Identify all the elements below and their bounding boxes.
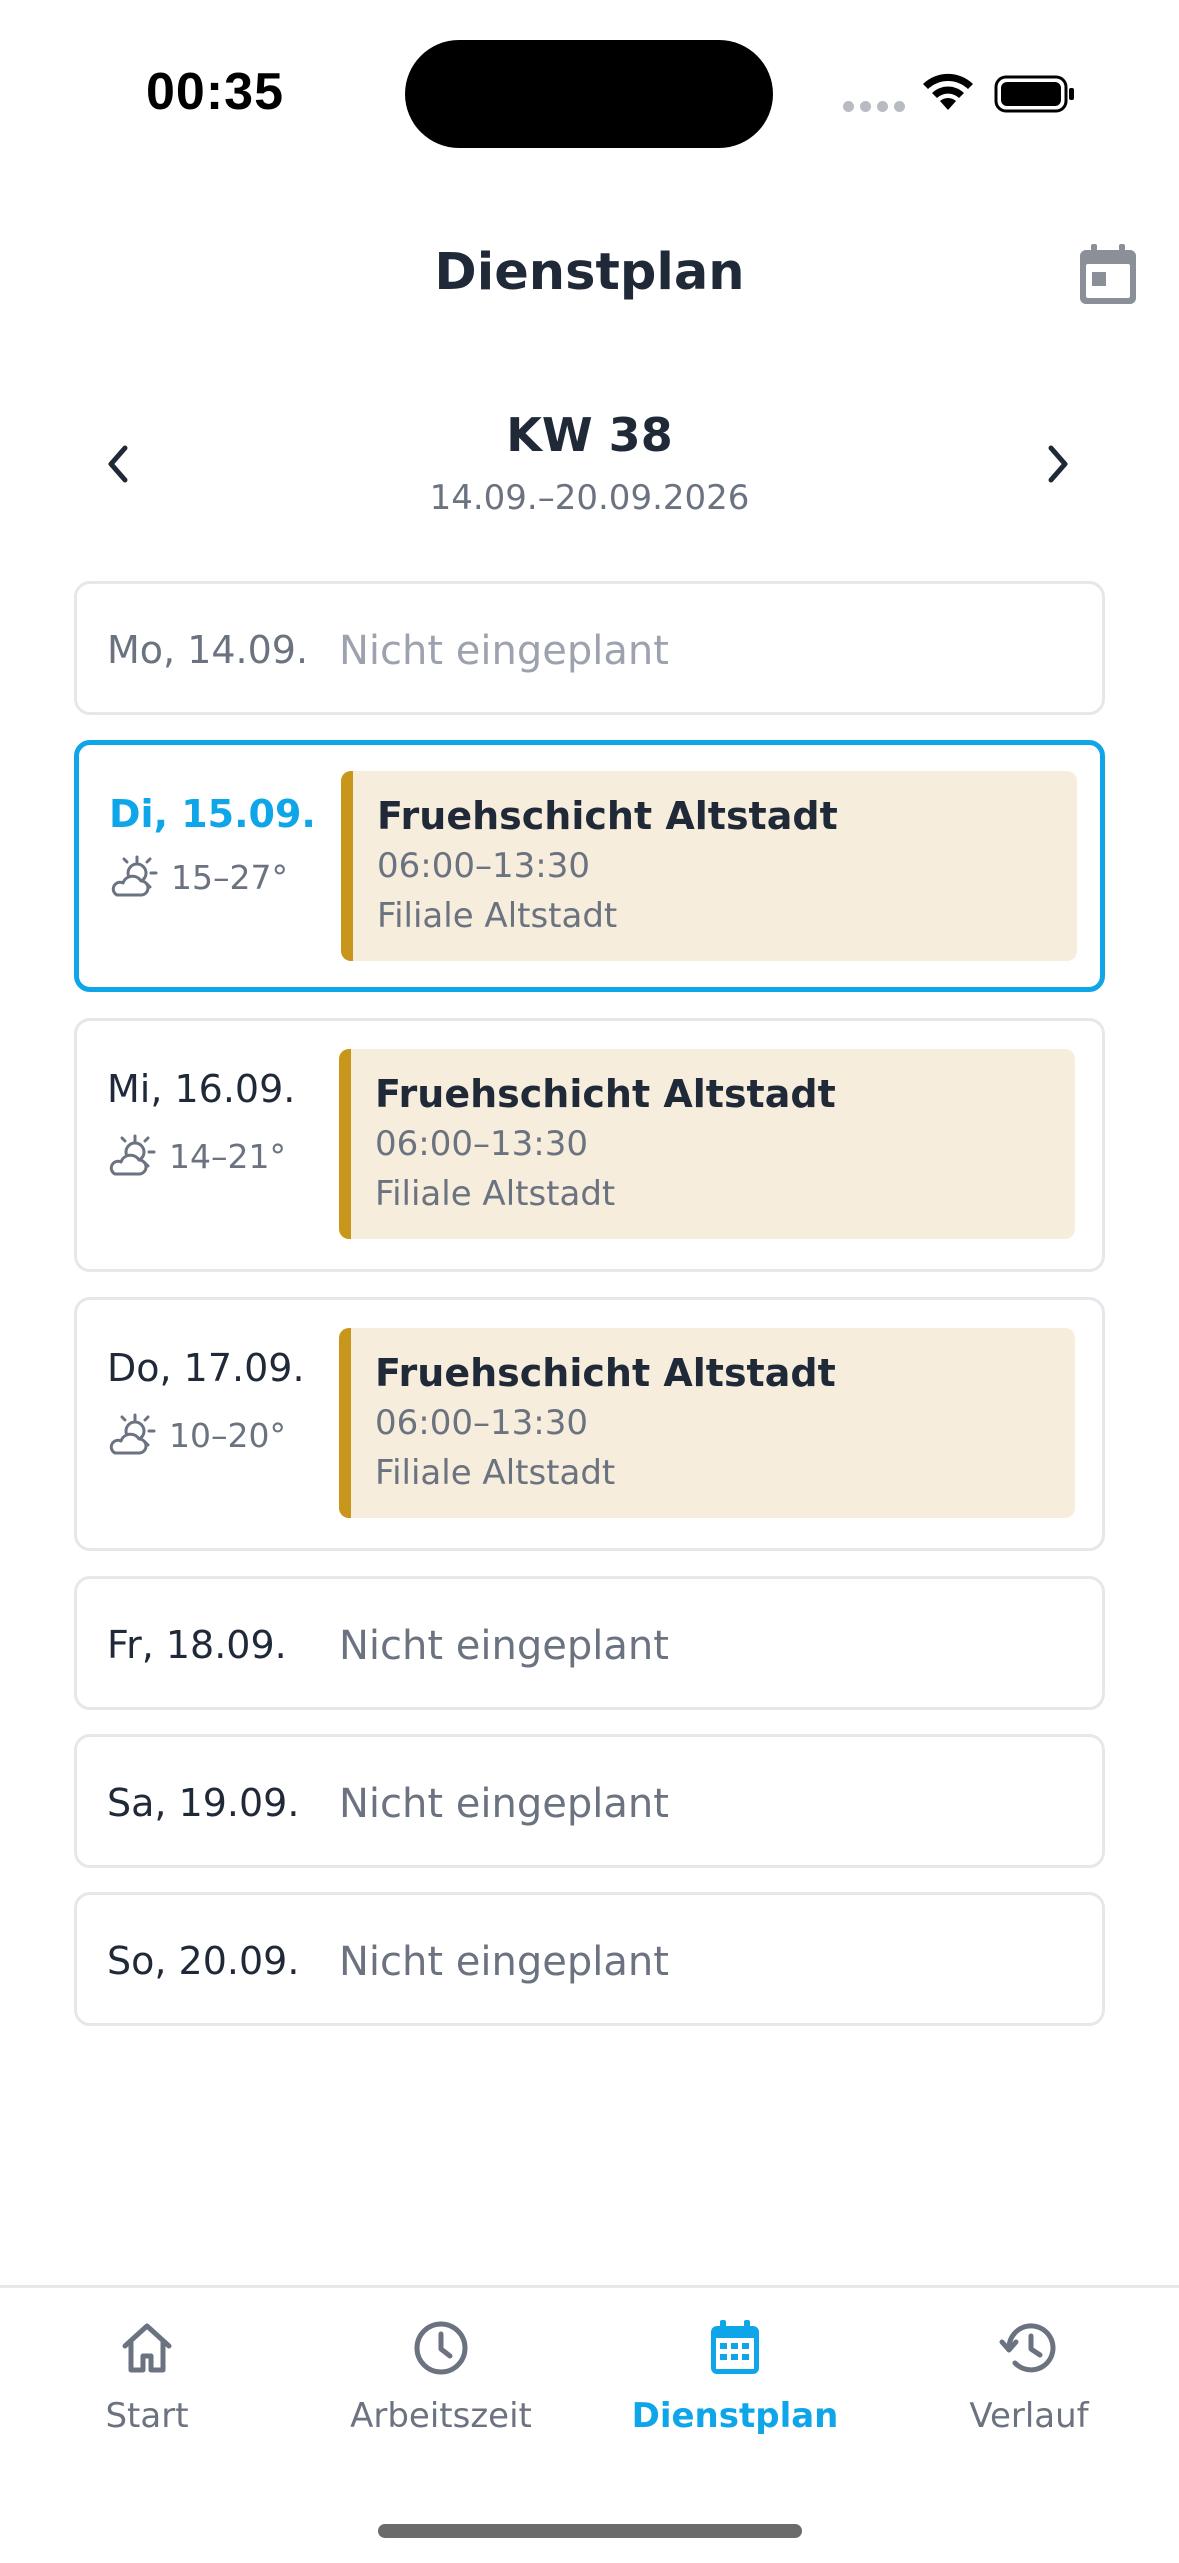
tab-label: Dienstplan xyxy=(631,2396,839,2436)
day-label: Mo, 14.09. xyxy=(107,628,309,672)
temperature-range: 15–27° xyxy=(171,857,288,897)
temperature-range: 14–21° xyxy=(169,1136,286,1176)
shift-name: Fruehschicht Altstadt xyxy=(375,1072,836,1116)
bottom-tab-bar: Start Arbeitszeit Dienstplan Verlauf xyxy=(0,2285,1179,2563)
partly-cloudy-icon xyxy=(109,1134,156,1176)
shift-entry[interactable]: Fruehschicht Altstadt 06:00–13:30 Filial… xyxy=(339,1328,1075,1518)
week-number: KW 38 xyxy=(506,408,673,462)
status-bar: 00:35 xyxy=(0,0,1179,190)
shift-location: Filiale Altstadt xyxy=(375,1174,616,1214)
shift-location: Filiale Altstadt xyxy=(375,1453,616,1493)
not-planned-label: Nicht eingeplant xyxy=(339,628,669,674)
history-icon xyxy=(999,2323,1056,2373)
shift-name: Fruehschicht Altstadt xyxy=(377,794,838,838)
calendar-icon xyxy=(1080,244,1136,304)
tab-dienstplan[interactable]: Dienstplan xyxy=(588,2318,882,2478)
day-card-monday[interactable]: Mo, 14.09. Nicht eingeplant xyxy=(74,581,1105,715)
day-label: Di, 15.09. xyxy=(109,792,316,836)
wifi-icon xyxy=(923,73,973,110)
not-planned-label: Nicht eingeplant xyxy=(339,1623,669,1669)
day-label: So, 20.09. xyxy=(107,1939,300,1983)
tab-label: Arbeitszeit xyxy=(350,2396,532,2436)
day-card-sunday[interactable]: So, 20.09. Nicht eingeplant xyxy=(74,1892,1105,2026)
clock-icon xyxy=(414,2321,468,2375)
tab-label: Verlauf xyxy=(969,2396,1089,2436)
shift-time: 06:00–13:30 xyxy=(377,846,590,886)
tab-arbeitszeit[interactable]: Arbeitszeit xyxy=(294,2318,588,2478)
tab-start[interactable]: Start xyxy=(0,2318,294,2478)
week-date-range: 14.09.–20.09.2026 xyxy=(429,478,750,518)
cellular-signal-icon xyxy=(843,101,905,112)
shift-time: 06:00–13:30 xyxy=(375,1403,588,1443)
partly-cloudy-icon xyxy=(111,855,158,897)
home-indicator[interactable] xyxy=(378,2524,802,2538)
day-card-tuesday[interactable]: Di, 15.09. 15–27° Fruehschicht Altstadt … xyxy=(74,740,1105,992)
day-card-wednesday[interactable]: Mi, 16.09. 14–21° Fruehschicht Altstadt … xyxy=(74,1018,1105,1272)
not-planned-label: Nicht eingeplant xyxy=(339,1781,669,1827)
chevron-right-icon xyxy=(1048,445,1068,483)
tab-verlauf[interactable]: Verlauf xyxy=(882,2318,1176,2478)
weather-forecast: 15–27° xyxy=(109,855,288,899)
next-week-button[interactable] xyxy=(1036,436,1080,492)
not-planned-label: Nicht eingeplant xyxy=(339,1939,669,1985)
day-label: Do, 17.09. xyxy=(107,1346,305,1390)
shift-entry[interactable]: Fruehschicht Altstadt 06:00–13:30 Filial… xyxy=(339,1049,1075,1239)
partly-cloudy-icon xyxy=(109,1413,156,1455)
battery-icon xyxy=(994,75,1074,113)
home-icon xyxy=(122,2323,172,2373)
temperature-range: 10–20° xyxy=(169,1415,286,1455)
weather-forecast: 10–20° xyxy=(107,1413,286,1457)
shift-location: Filiale Altstadt xyxy=(377,896,618,936)
day-label: Sa, 19.09. xyxy=(107,1781,300,1825)
tab-label: Start xyxy=(105,2396,189,2436)
calendar-picker-button[interactable] xyxy=(1078,242,1138,306)
day-card-thursday[interactable]: Do, 17.09. 10–20° Fruehschicht Altstadt … xyxy=(74,1297,1105,1551)
dynamic-island xyxy=(405,40,773,148)
page-title: Dienstplan xyxy=(434,243,745,302)
day-card-friday[interactable]: Fr, 18.09. Nicht eingeplant xyxy=(74,1576,1105,1710)
day-card-saturday[interactable]: Sa, 19.09. Nicht eingeplant xyxy=(74,1734,1105,1868)
day-label: Mi, 16.09. xyxy=(107,1067,296,1111)
shift-name: Fruehschicht Altstadt xyxy=(375,1351,836,1395)
shift-time: 06:00–13:30 xyxy=(375,1124,588,1164)
shift-entry[interactable]: Fruehschicht Altstadt 06:00–13:30 Filial… xyxy=(341,771,1077,961)
status-time: 00:35 xyxy=(146,63,284,121)
weather-forecast: 14–21° xyxy=(107,1134,286,1178)
day-label: Fr, 18.09. xyxy=(107,1623,287,1667)
calendar-icon xyxy=(711,2320,759,2374)
